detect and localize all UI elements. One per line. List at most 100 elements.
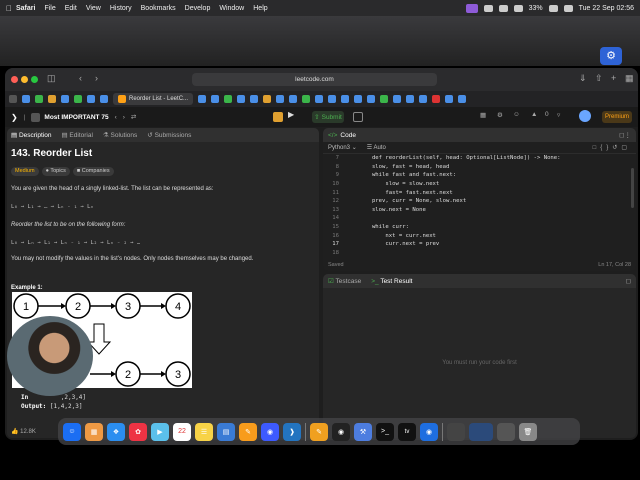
fire-icon[interactable]: ▲ (531, 111, 537, 118)
tab-favicon[interactable] (22, 95, 30, 103)
code-line[interactable]: 17 curr.next = prev (323, 240, 636, 249)
code-line[interactable]: 8 slow, fast = head, head (323, 163, 636, 172)
menu-view[interactable]: View (86, 5, 101, 12)
tab-favicon[interactable] (87, 95, 95, 103)
submit-button[interactable]: ⇧ Submit (312, 111, 344, 123)
topics-tag[interactable]: ● Topics (41, 167, 70, 176)
pages-icon[interactable]: ✎ (239, 422, 257, 441)
safari-icon[interactable]: ❖ (107, 422, 125, 441)
menu-develop[interactable]: Develop (185, 5, 211, 12)
code-line[interactable]: 18 (323, 249, 636, 258)
shuffle-icon[interactable]: ⇄ (131, 113, 136, 121)
tab-favicon[interactable] (263, 95, 272, 103)
code-line[interactable]: 15 while curr: (323, 223, 636, 232)
companies-tag[interactable]: ■ Companies (72, 167, 114, 176)
tab-favicon[interactable] (380, 95, 389, 103)
vscode-icon[interactable]: ❱ (283, 422, 301, 441)
tab-solutions[interactable]: ⚗ Solutions (103, 131, 137, 139)
prev-problem-icon[interactable]: ‹ (115, 114, 117, 121)
bell-icon[interactable]: ▿ (557, 111, 560, 119)
problem-list-title[interactable]: Most IMPORTANT 75 (44, 114, 108, 121)
tab-favicon[interactable] (74, 95, 82, 103)
photos-icon[interactable]: ✿ (129, 422, 147, 441)
avatar[interactable] (579, 110, 591, 122)
finder-icon[interactable]: ☺ (63, 422, 81, 441)
tab-favicon[interactable] (48, 95, 56, 103)
tab-favicon[interactable] (276, 95, 285, 103)
menu-file[interactable]: File (44, 5, 55, 12)
terminal-app-icon[interactable]: >_ (376, 422, 394, 441)
tab-test-result[interactable]: >_ Test Result (371, 278, 412, 285)
tab-favicon[interactable] (315, 95, 324, 103)
new-tab-icon[interactable]: + (611, 73, 616, 83)
pencil-app-icon[interactable]: ✎ (310, 422, 328, 441)
debug-icon[interactable] (273, 112, 283, 122)
status-icon-2[interactable] (498, 4, 508, 12)
code-area[interactable]: 7 def reorderList(self, head: Optional[L… (323, 154, 636, 257)
tab-favicon[interactable] (341, 95, 350, 103)
tab-overview-icon[interactable]: ▦ (625, 73, 634, 84)
preview-icon[interactable]: ▤ (217, 422, 235, 441)
tab-favicon[interactable] (328, 95, 337, 103)
menu-bookmarks[interactable]: Bookmarks (141, 5, 176, 12)
menu-history[interactable]: History (110, 5, 132, 12)
tab-submissions[interactable]: ↺ Submissions (147, 131, 191, 139)
menu-help[interactable]: Help (253, 5, 267, 12)
minimized-window-1[interactable] (447, 422, 465, 441)
tab-testcase[interactable]: ☑ Testcase (328, 277, 361, 285)
download-icon[interactable]: ⇓ (579, 73, 587, 84)
menu-app-name[interactable]: Safari (16, 5, 35, 12)
autocomplete-toggle[interactable]: ☰ Auto (367, 144, 386, 151)
clock[interactable]: Tue 22 Sep 02:56 (579, 5, 634, 12)
run-icon[interactable]: ▶ (288, 110, 294, 119)
code-line[interactable]: 9 while fast and fast.next: (323, 171, 636, 180)
panel-options-icon[interactable]: ◻⋮ (619, 131, 631, 139)
tab-favicon[interactable] (35, 95, 43, 103)
tab-favicon[interactable] (100, 95, 108, 103)
calendar-icon[interactable]: 22 (173, 422, 191, 441)
tab-favicon[interactable] (393, 95, 402, 103)
tab-favicon[interactable] (458, 95, 467, 103)
zoom-window-button[interactable] (31, 76, 38, 83)
tab-favicon[interactable] (354, 95, 363, 103)
minimize-window-button[interactable] (21, 76, 28, 83)
control-center-icon[interactable] (563, 4, 573, 12)
active-tab[interactable]: Reorder List - LeetC... (113, 93, 194, 105)
figma-icon[interactable]: ◉ (332, 422, 350, 441)
tab-favicon[interactable] (367, 95, 376, 103)
tab-editorial[interactable]: ▤ Editorial (61, 131, 92, 139)
code-line[interactable]: 13 slow.next = None (323, 206, 636, 215)
code-line[interactable]: 7 def reorderList(self, head: Optional[L… (323, 154, 636, 163)
tab-favicon[interactable] (302, 95, 311, 103)
expand-icon[interactable]: ◻ (626, 277, 631, 285)
next-problem-icon[interactable]: › (123, 114, 125, 121)
wifi-icon[interactable] (513, 4, 523, 12)
forward-arrow-icon[interactable]: › (95, 73, 98, 83)
settings-icon[interactable]: ⚙ (497, 111, 503, 119)
tab-favicon[interactable] (289, 95, 298, 103)
menu-window[interactable]: Window (219, 5, 244, 12)
fantastical-icon[interactable]: ◉ (261, 422, 279, 441)
tab-favicon[interactable] (237, 95, 246, 103)
editor-actions-icons[interactable]: □{}↺▢ (593, 144, 631, 151)
tab-favicon[interactable] (445, 95, 454, 103)
tab-favicon[interactable] (211, 95, 220, 103)
notes-app-icon[interactable]: ☰ (195, 422, 213, 441)
apple-icon[interactable]:  (6, 4, 16, 13)
back-arrow-icon[interactable]: ‹ (79, 73, 82, 83)
close-window-button[interactable] (11, 76, 18, 83)
like-button[interactable]: 👍 12.8K (11, 428, 36, 435)
menu-edit[interactable]: Edit (65, 5, 77, 12)
xcode-icon[interactable]: ⚒ (354, 422, 372, 441)
code-line[interactable]: 12 prev, curr = None, slow.next (323, 197, 636, 206)
minimized-window-2[interactable] (469, 422, 493, 441)
tab-favicon[interactable] (250, 95, 259, 103)
notes-icon[interactable] (353, 112, 363, 122)
sidebar-toggle-icon[interactable]: ◫ (47, 73, 56, 84)
share-icon[interactable]: ⇧ (595, 73, 603, 84)
gear-icon[interactable]: ⚙ (600, 47, 622, 65)
layout-icon[interactable]: ▦ (480, 111, 486, 119)
premium-button[interactable]: Premium (602, 111, 632, 123)
battery-icon[interactable] (548, 4, 558, 12)
status-icon-1[interactable] (483, 4, 493, 12)
